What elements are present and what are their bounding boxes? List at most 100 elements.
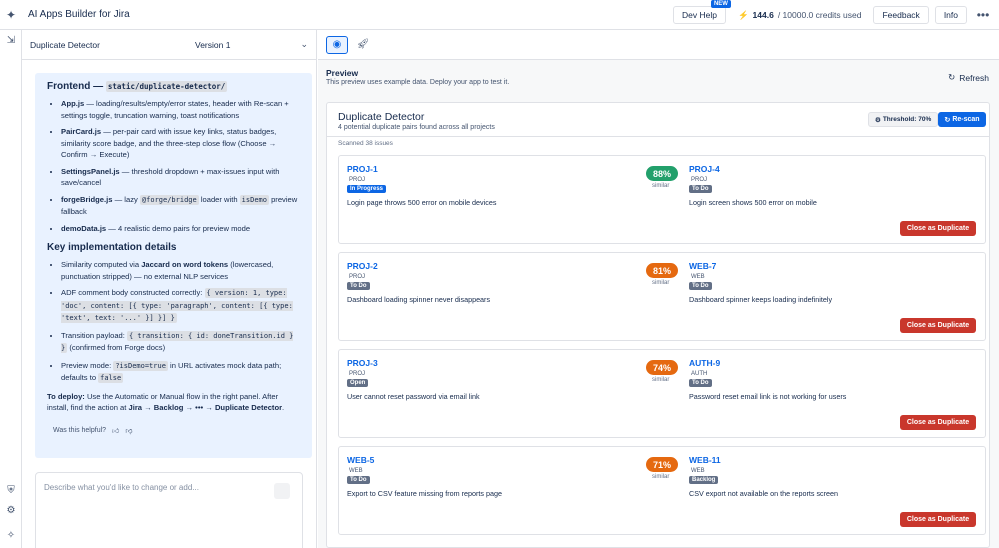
issue-key-link[interactable]: PROJ-4 bbox=[689, 164, 817, 174]
issue-b: WEB-11 WEB Backlog CSV export not availa… bbox=[689, 455, 838, 498]
panel-subtitle: 4 potential duplicate pairs found across… bbox=[338, 124, 495, 131]
issue-key-link[interactable]: WEB-7 bbox=[689, 261, 832, 271]
refresh-icon: ↻ bbox=[944, 116, 951, 124]
issue-b: PROJ-4 PROJ To Do Login screen shows 500… bbox=[689, 164, 817, 207]
text: Transition payload: bbox=[61, 330, 127, 340]
impl-heading: Key implementation details bbox=[47, 242, 177, 253]
status-badge: Backlog bbox=[689, 476, 719, 484]
project-label: AUTH bbox=[691, 371, 708, 377]
deploy-bold: To deploy: bbox=[47, 391, 85, 401]
credits-icon: ⚡ bbox=[737, 9, 749, 20]
chevron-down-icon[interactable]: ⌄ bbox=[300, 39, 308, 50]
duplicate-pair-card: PROJ-2 PROJ To Do Dashboard loading spin… bbox=[338, 252, 986, 341]
frontend-heading: Frontend — static/duplicate-detector/ bbox=[47, 81, 300, 92]
issue-key-link[interactable]: PROJ-2 bbox=[347, 261, 490, 271]
similarity-score-badge: 74% bbox=[646, 360, 678, 375]
similar-label: similar bbox=[652, 377, 670, 383]
duplicate-pair-card: PROJ-1 PROJ In Progress Login page throw… bbox=[338, 155, 986, 244]
feedback-row: Was this helpful? 👍︎ 👎︎ bbox=[47, 426, 300, 435]
app-title: AI Apps Builder for Jira bbox=[28, 9, 130, 20]
file-name: SettingsPanel.js bbox=[61, 166, 120, 176]
shield-icon[interactable]: ⛨ bbox=[0, 485, 22, 496]
close-as-duplicate-button[interactable]: Close as Duplicate bbox=[900, 415, 976, 430]
threshold-button[interactable]: ⚙ Threshold: 70% bbox=[868, 112, 939, 127]
issue-key-link[interactable]: PROJ-3 bbox=[347, 358, 480, 368]
list-item: SettingsPanel.js — threshold dropdown + … bbox=[61, 166, 300, 189]
issue-key-link[interactable]: AUTH-9 bbox=[689, 358, 846, 368]
list-item: App.js — loading/results/empty/error sta… bbox=[61, 98, 300, 121]
app-name: Duplicate Detector bbox=[30, 39, 100, 50]
close-as-duplicate-button[interactable]: Close as Duplicate bbox=[900, 512, 976, 527]
frontend-heading-text: Frontend — bbox=[47, 81, 104, 92]
inline-code: false bbox=[98, 373, 124, 383]
deploy-instructions: To deploy: Use the Automatic or Manual f… bbox=[47, 391, 300, 414]
file-desc: loader with bbox=[198, 194, 240, 204]
refresh-button[interactable]: ↻ Refresh bbox=[948, 72, 989, 83]
sparkle-icon[interactable]: ✦ bbox=[0, 0, 22, 30]
issue-a: WEB-5 WEB To Do Export to CSV feature mi… bbox=[347, 455, 502, 498]
issue-summary: Dashboard loading spinner never disappea… bbox=[347, 295, 491, 304]
prompt-input[interactable]: Describe what you'd like to change or ad… bbox=[35, 472, 303, 548]
list-item: ADF comment body constructed correctly: … bbox=[61, 287, 300, 325]
file-desc: — lazy bbox=[112, 194, 140, 204]
eye-icon[interactable]: ◉ bbox=[326, 35, 348, 54]
thumbs-down-icon[interactable]: 👎︎ bbox=[125, 426, 132, 435]
close-as-duplicate-button[interactable]: Close as Duplicate bbox=[900, 221, 976, 236]
issue-key-link[interactable]: WEB-5 bbox=[347, 455, 502, 465]
file-name: PairCard.js bbox=[61, 127, 102, 136]
scanned-count: Scanned 38 issues bbox=[338, 140, 393, 147]
send-button[interactable] bbox=[274, 483, 290, 499]
chat-panel: Duplicate Detector Version 1 ⌄ Frontend … bbox=[22, 30, 317, 548]
deploy-end: . bbox=[282, 403, 285, 412]
project-label: PROJ bbox=[349, 177, 366, 183]
issue-summary: Dashboard spinner keeps loading indefini… bbox=[689, 295, 833, 304]
magic-icon[interactable]: ✧ bbox=[0, 530, 22, 541]
issue-key-link[interactable]: WEB-11 bbox=[689, 455, 838, 465]
project-label: PROJ bbox=[349, 274, 366, 280]
inline-code: @forge/bridge bbox=[139, 194, 199, 205]
status-badge: To Do bbox=[689, 379, 712, 387]
inline-code: isDemo bbox=[239, 194, 269, 205]
list-item: demoData.js — 4 realistic demo pairs for… bbox=[61, 223, 300, 235]
new-badge: NEW bbox=[710, 0, 731, 8]
file-name: demoData.js bbox=[61, 223, 107, 233]
issue-summary: Login screen shows 500 error on mobile bbox=[689, 198, 817, 207]
helpful-label: Was this helpful? bbox=[53, 426, 107, 434]
list-item: PairCard.js — per-pair card with issue k… bbox=[61, 126, 300, 161]
issue-a: PROJ-1 PROJ In Progress Login page throw… bbox=[347, 164, 496, 207]
project-label: WEB bbox=[691, 468, 705, 474]
version-select[interactable]: Version 1 bbox=[195, 40, 230, 50]
dev-help-button[interactable]: Dev Help NEW bbox=[672, 0, 731, 24]
close-as-duplicate-button[interactable]: Close as Duplicate bbox=[900, 318, 976, 333]
issue-summary: Export to CSV feature missing from repor… bbox=[347, 489, 502, 498]
refresh-label: Refresh bbox=[959, 72, 989, 83]
rocket-icon[interactable]: 🚀︎ bbox=[352, 36, 374, 54]
info-button[interactable]: Info bbox=[934, 6, 967, 24]
inline-code: ?isDemo=true bbox=[113, 360, 168, 371]
preview-subtitle: This preview uses example data. Deploy y… bbox=[326, 79, 510, 86]
settings-icon[interactable]: ⚙ bbox=[0, 505, 22, 516]
file-name: forgeBridge.js bbox=[61, 194, 113, 204]
issue-b: WEB-7 WEB To Do Dashboard spinner keeps … bbox=[689, 261, 832, 304]
file-desc: — 4 realistic demo pairs for preview mod… bbox=[106, 223, 251, 233]
chat-header: Duplicate Detector Version 1 ⌄ bbox=[22, 30, 316, 60]
similar-label: similar bbox=[652, 474, 670, 480]
sidebar-toggle-icon[interactable]: ⇲ bbox=[0, 35, 22, 46]
similarity-score-badge: 81% bbox=[646, 263, 678, 278]
issue-summary: Password reset email link is not working… bbox=[689, 392, 847, 401]
similarity-score-badge: 71% bbox=[646, 457, 678, 472]
top-bar: ✦ AI Apps Builder for Jira Dev Help NEW … bbox=[0, 0, 999, 30]
more-menu-button[interactable]: ••• bbox=[973, 8, 993, 22]
list-item: Transition payload: { transition: { id: … bbox=[61, 330, 300, 355]
feedback-button[interactable]: Feedback bbox=[873, 6, 929, 24]
dev-help-label: Dev Help bbox=[681, 10, 717, 20]
rescan-button[interactable]: ↻ Re-scan bbox=[938, 112, 986, 127]
preview-toolbar: ◉ 🚀︎ bbox=[318, 30, 999, 60]
issue-key-link[interactable]: PROJ-1 bbox=[347, 164, 496, 174]
issue-summary: CSV export not available on the reports … bbox=[689, 489, 839, 498]
issue-b: AUTH-9 AUTH To Do Password reset email l… bbox=[689, 358, 846, 401]
text: ADF comment body constructed correctly: bbox=[61, 288, 205, 297]
text-bold: Jaccard on word tokens bbox=[141, 260, 229, 269]
list-item: Preview mode: ?isDemo=true in URL activa… bbox=[61, 360, 300, 385]
thumbs-up-icon[interactable]: 👍︎ bbox=[112, 426, 119, 435]
